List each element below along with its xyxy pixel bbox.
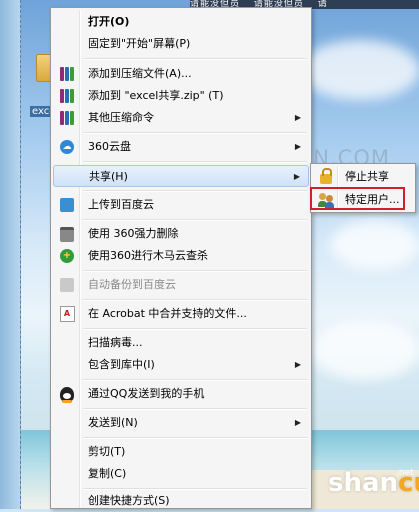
menu-item-360-shred[interactable]: 使用 360强力删除 <box>53 223 309 245</box>
menu-item-label: 打开(O) <box>88 15 130 28</box>
menu-item-label: 使用360进行木马云查杀 <box>88 249 208 262</box>
menu-item-add-zip[interactable]: 添加到 "excel共享.zip" (T) <box>53 85 309 107</box>
menu-item-send-to[interactable]: 发送到(N) ▶ <box>53 412 309 434</box>
winrar-books-icon <box>59 110 75 126</box>
menu-item-more-compress[interactable]: 其他压缩命令 ▶ <box>53 107 309 129</box>
submenu-arrow-icon: ▶ <box>294 418 301 427</box>
menu-item-label: 添加到压缩文件(A)... <box>88 67 192 80</box>
submenu-arrow-icon: ▶ <box>294 360 301 369</box>
menu-separator <box>83 299 307 301</box>
menu-item-cut[interactable]: 剪切(T) <box>53 441 309 463</box>
menu-separator <box>83 190 307 192</box>
menu-item-label: 共享(H) <box>89 170 128 183</box>
menu-item-upload-baidu[interactable]: 上传到百度云 <box>53 194 309 216</box>
annotation-highlight-box <box>310 187 405 210</box>
menu-item-share[interactable]: 共享(H) ▶ <box>53 165 309 187</box>
menu-item-acrobat-merge[interactable]: A 在 Acrobat 中合并支持的文件... <box>53 303 309 325</box>
lock-icon <box>318 168 334 185</box>
menu-item-label: 在 Acrobat 中合并支持的文件... <box>88 307 247 320</box>
menu-item-label: 其他压缩命令 <box>88 111 154 124</box>
menu-item-open[interactable]: 打开(O) <box>53 11 309 33</box>
wallpaper-cloud <box>310 320 419 380</box>
logo-suffix: .net <box>396 468 414 478</box>
menu-item-label: 使用 360强力删除 <box>88 227 179 240</box>
menu-item-label: 360云盘 <box>88 140 131 153</box>
menu-item-label: 复制(C) <box>88 467 127 480</box>
menu-separator <box>83 219 307 221</box>
baidu-cloud-icon <box>59 197 75 213</box>
menu-item-auto-backup-baidu: 自动备份到百度云 <box>53 274 309 296</box>
menu-separator <box>83 408 307 410</box>
backup-icon <box>59 277 75 293</box>
menu-separator <box>83 270 307 272</box>
menu-item-label: 剪切(T) <box>88 445 126 458</box>
submenu-arrow-icon: ▶ <box>293 172 300 181</box>
winrar-books-icon <box>59 88 75 104</box>
menu-item-qq-send[interactable]: 通过QQ发送到我的手机 <box>53 383 309 405</box>
menu-item-label: 自动备份到百度云 <box>88 278 176 291</box>
logo-part: shan <box>328 468 399 498</box>
wallpaper-cloud <box>300 40 419 100</box>
context-menu: 打开(O) 固定到"开始"屏幕(P) 添加到压缩文件(A)... 添加到 "ex… <box>50 7 312 509</box>
menu-separator <box>83 132 307 134</box>
menu-separator <box>83 437 307 439</box>
menu-item-include-library[interactable]: 包含到库中(I) ▶ <box>53 354 309 376</box>
submenu-item-stop-sharing[interactable]: 停止共享 <box>313 166 413 188</box>
menu-item-copy[interactable]: 复制(C) <box>53 463 309 485</box>
winrar-books-icon <box>59 66 75 82</box>
wallpaper-cloud <box>330 220 419 270</box>
menu-item-360-trojan-scan[interactable]: + 使用360进行木马云查杀 <box>53 245 309 267</box>
menu-item-label: 包含到库中(I) <box>88 358 155 371</box>
menu-item-pin-start[interactable]: 固定到"开始"屏幕(P) <box>53 33 309 55</box>
menu-item-label: 上传到百度云 <box>88 198 154 211</box>
menu-separator <box>83 328 307 330</box>
acrobat-icon: A <box>59 306 75 322</box>
menu-item-label: 添加到 "excel共享.zip" (T) <box>88 89 224 102</box>
desktop-left-edge <box>0 0 21 509</box>
menu-separator <box>83 161 307 163</box>
submenu-item-label: 停止共享 <box>345 170 389 183</box>
menu-item-scan-virus[interactable]: 扫描病毒... <box>53 332 309 354</box>
cloud-360-icon: ☁ <box>59 139 75 155</box>
menu-item-label: 发送到(N) <box>88 416 138 429</box>
menu-separator <box>83 58 307 60</box>
background-title: 请 <box>317 0 328 9</box>
menu-item-add-archive[interactable]: 添加到压缩文件(A)... <box>53 63 309 85</box>
menu-item-360-cloud[interactable]: ☁ 360云盘 ▶ <box>53 136 309 158</box>
menu-item-label: 通过QQ发送到我的手机 <box>88 387 205 400</box>
menu-separator <box>83 379 307 381</box>
shredder-icon <box>59 226 75 242</box>
qq-icon <box>59 386 75 403</box>
submenu-arrow-icon: ▶ <box>294 113 301 122</box>
shield-360-icon: + <box>59 248 75 264</box>
menu-item-label: 固定到"开始"屏幕(P) <box>88 37 191 50</box>
menu-item-label: 扫描病毒... <box>88 336 143 349</box>
submenu-arrow-icon: ▶ <box>294 142 301 151</box>
